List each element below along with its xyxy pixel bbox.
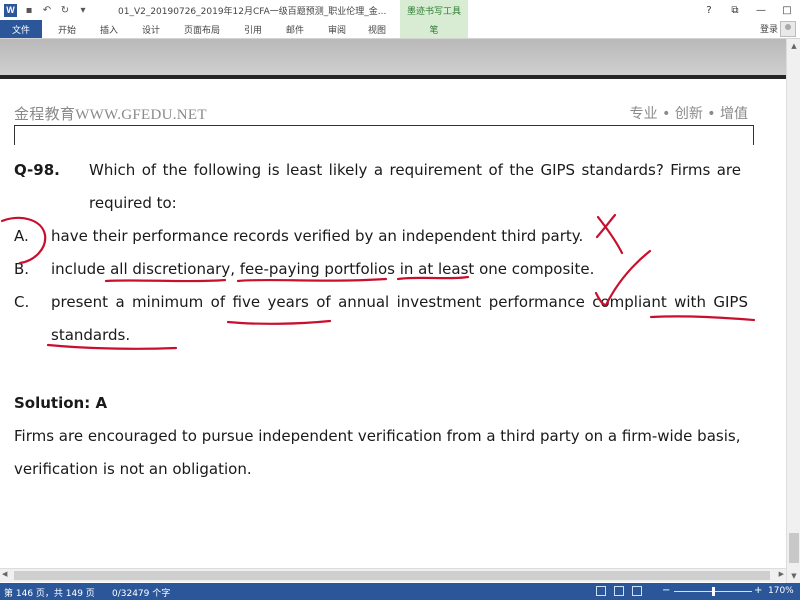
option-c-text-line2: standards.	[51, 326, 131, 344]
scroll-down-icon[interactable]: ▼	[787, 569, 800, 583]
page-header-left: 金程教育WWW.GFEDU.NET	[14, 107, 207, 123]
option-c-letter: C.	[14, 293, 30, 311]
tab-view[interactable]: 视图	[368, 20, 386, 38]
solution-text-line1: Firms are encouraged to pursue independe…	[14, 427, 741, 445]
tab-references[interactable]: 引用	[244, 20, 262, 38]
ink-underline-compliant-gips	[649, 315, 756, 322]
ribbon-display-icon[interactable]: ⧉	[722, 0, 748, 20]
header-rule	[14, 125, 754, 126]
title-bar: W ▪ ↶ ↻ ▾ 01_V2_20190726_2019年12月CFA一级百题…	[0, 0, 800, 20]
customize-icon[interactable]: ▾	[77, 5, 89, 16]
vertical-scrollbar[interactable]: ▲ ▼	[786, 39, 800, 583]
tab-pen[interactable]: 笔	[400, 20, 468, 38]
zoom-level[interactable]: 170%	[768, 586, 794, 596]
status-bar: 第 146 页，共 149 页 0/32479 个字 − + 170%	[0, 583, 800, 600]
ink-underline-discretionary	[104, 278, 227, 283]
document-area[interactable]: 金程教育WWW.GFEDU.NET 专业 • 创新 • 增值 Q-98. Whi…	[0, 39, 786, 583]
ink-tools-context-title: 墨迹书写工具	[400, 0, 468, 20]
quick-access-toolbar: W ▪ ↶ ↻ ▾	[0, 0, 89, 20]
scroll-left-icon[interactable]: ◀	[2, 570, 7, 578]
ink-underline-standards	[46, 343, 178, 350]
read-mode-icon[interactable]	[596, 586, 606, 596]
question-stem-line1: Which of the following is least likely a…	[89, 161, 741, 179]
maximize-icon[interactable]: □	[774, 0, 800, 20]
question-stem-line2: required to:	[89, 194, 177, 212]
option-b-letter: B.	[14, 260, 30, 278]
document-title: 01_V2_20190726_2019年12月CFA一级百题预测_职业伦理_金.…	[118, 7, 387, 17]
minimize-icon[interactable]: —	[748, 0, 774, 20]
option-a-text: have their performance records verified …	[51, 227, 584, 245]
option-b-text: include all discretionary, fee-paying po…	[51, 260, 595, 278]
redo-icon[interactable]: ↻	[59, 5, 71, 16]
crop-mark-right	[753, 125, 754, 145]
ribbon-tabs: 文件 开始 插入 设计 页面布局 引用 邮件 审阅 视图 笔 登录	[0, 20, 800, 38]
vertical-scroll-thumb[interactable]	[789, 533, 799, 563]
horizontal-scroll-thumb[interactable]	[14, 571, 770, 580]
option-a-letter: A.	[14, 227, 29, 245]
scroll-up-icon[interactable]: ▲	[787, 39, 800, 53]
scroll-right-icon[interactable]: ▶	[779, 570, 784, 578]
solution-label: Solution: A	[14, 394, 108, 412]
ink-cross-mark-stroke1	[596, 215, 624, 255]
page-header-right: 专业 • 创新 • 增值	[629, 106, 748, 122]
undo-icon[interactable]: ↶	[41, 5, 53, 16]
web-layout-icon[interactable]	[632, 586, 642, 596]
window-controls: ? ⧉ — □	[696, 0, 800, 20]
page-edge	[0, 75, 786, 79]
question-number: Q-98.	[14, 161, 60, 179]
page-gap	[0, 39, 786, 75]
tab-design[interactable]: 设计	[142, 20, 160, 38]
horizontal-scrollbar[interactable]: ◀ ▶	[0, 568, 786, 582]
page-count[interactable]: 第 146 页，共 149 页	[4, 586, 95, 599]
save-icon[interactable]: ▪	[23, 5, 35, 16]
tab-review[interactable]: 审阅	[328, 20, 346, 38]
option-c-text-line1: present a minimum of five years of annua…	[51, 293, 748, 311]
print-layout-icon[interactable]	[614, 586, 624, 596]
zoom-out-button[interactable]: −	[662, 585, 670, 596]
tab-mailings[interactable]: 邮件	[286, 20, 304, 38]
ink-underline-fee-paying	[236, 277, 388, 283]
solution-text-line2: verification is not an obligation.	[14, 460, 252, 478]
avatar[interactable]	[780, 21, 796, 37]
crop-mark-left	[14, 125, 15, 145]
word-count[interactable]: 0/32479 个字	[112, 586, 170, 599]
zoom-in-button[interactable]: +	[754, 585, 762, 596]
help-icon[interactable]: ?	[696, 0, 722, 20]
tab-page-layout[interactable]: 页面布局	[184, 20, 220, 38]
tab-insert[interactable]: 插入	[100, 20, 118, 38]
word-icon[interactable]: W	[4, 3, 17, 17]
zoom-slider-thumb[interactable]	[712, 587, 715, 596]
tab-home[interactable]: 开始	[58, 20, 76, 38]
ink-cross-mark-stroke2	[595, 213, 617, 239]
ink-underline-five-years	[226, 319, 332, 325]
tab-file[interactable]: 文件	[0, 20, 42, 38]
view-buttons	[596, 586, 642, 596]
login-link[interactable]: 登录	[760, 22, 778, 35]
